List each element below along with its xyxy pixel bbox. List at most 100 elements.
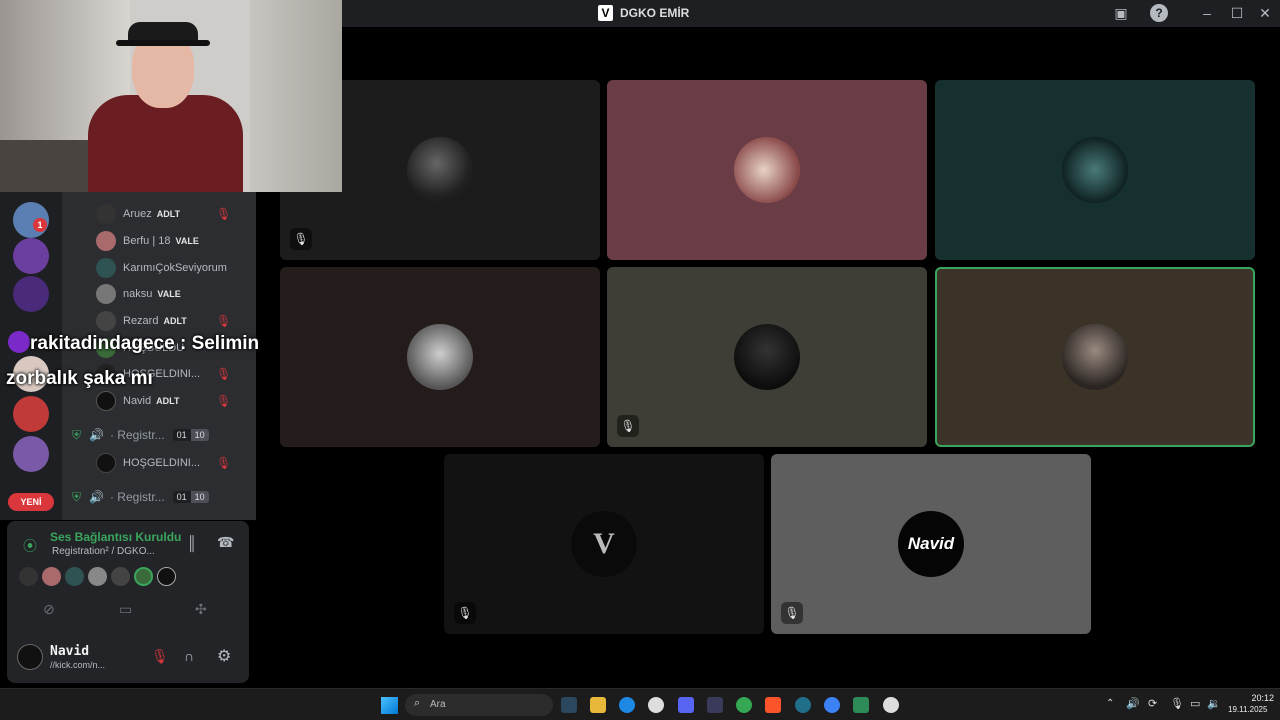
chat-separator: : — [174, 333, 192, 354]
brave-icon[interactable] — [765, 697, 781, 713]
chatgpt-icon[interactable] — [648, 697, 664, 713]
close-button[interactable]: ✕ — [1256, 4, 1274, 22]
server-icon[interactable] — [13, 238, 49, 274]
app-icon[interactable] — [707, 697, 723, 713]
app-logo-icon: V — [598, 5, 613, 21]
server-icon[interactable] — [13, 396, 49, 432]
sync-icon[interactable]: ⟳ — [1148, 697, 1157, 710]
mic-muted-icon: 🎙 — [216, 394, 232, 408]
avatar — [1062, 137, 1128, 203]
discord-icon[interactable] — [678, 697, 694, 713]
mic-muted-icon: 🎙 — [617, 415, 639, 437]
avatar[interactable] — [42, 567, 61, 586]
speaker-icon[interactable]: 🔊 — [1126, 697, 1140, 710]
obs-icon[interactable] — [883, 697, 899, 713]
voice-status[interactable]: Ses Bağlantısı Kuruldu — [50, 530, 181, 544]
video-tile[interactable]: Navid 🎙 — [771, 454, 1091, 634]
video-tile[interactable]: 🎙 — [607, 267, 927, 447]
new-badge[interactable]: YENİ — [8, 493, 54, 511]
app-icon[interactable] — [853, 697, 869, 713]
avatar — [734, 324, 800, 390]
headphones-icon[interactable]: ∩ — [184, 648, 194, 664]
search-box[interactable]: ⌕ Ara — [405, 694, 553, 716]
voice-member[interactable]: HOŞGELDINI... — [96, 452, 200, 474]
video-tile[interactable] — [607, 80, 927, 260]
mic-muted-icon: 🎙 — [454, 602, 476, 624]
chat-badge-icon — [8, 331, 30, 353]
avatar[interactable] — [19, 567, 38, 586]
steam-icon[interactable] — [561, 697, 577, 713]
shield-icon: ⛨ — [72, 489, 82, 504]
video-tile-speaking[interactable] — [935, 267, 1255, 447]
user-count: 01 10 — [172, 429, 209, 441]
avatar — [96, 453, 116, 473]
chevron-up-icon[interactable]: ⌃ — [1106, 698, 1114, 709]
app-icon[interactable] — [795, 697, 811, 713]
custom-status: //kick.com/n... — [50, 660, 106, 670]
inbox-icon[interactable]: ▣ — [1112, 4, 1130, 22]
avatar[interactable] — [111, 567, 130, 586]
webcam-overlay — [0, 0, 342, 192]
username[interactable]: Navid — [50, 644, 89, 659]
server-icon[interactable] — [13, 436, 49, 472]
server-icon[interactable] — [13, 276, 49, 312]
signal-icon: ⦿ — [23, 538, 37, 554]
channel-name: · Registr... — [109, 490, 165, 504]
clock-date[interactable]: 19.11.2025 — [1228, 705, 1267, 714]
avatar[interactable] — [17, 644, 43, 670]
avatar: V — [571, 511, 637, 577]
member-name: HOŞGELDINI... — [123, 457, 201, 469]
avatar[interactable] — [134, 567, 153, 586]
mic-icon[interactable]: 🎙 — [1170, 697, 1184, 710]
member-tag: ADLT — [163, 316, 187, 326]
voice-member[interactable]: Berfu | 18 VALE — [96, 230, 199, 252]
clock-time[interactable]: 20:12 — [1238, 693, 1274, 703]
avatar[interactable] — [157, 567, 176, 586]
voice-channel-name[interactable]: Registration² / DGKO... — [52, 546, 155, 557]
video-tile[interactable]: V 🎙 — [444, 454, 764, 634]
video-tile[interactable] — [935, 80, 1255, 260]
network-icon[interactable]: ▭ — [1190, 697, 1200, 710]
user-count: 01 10 — [172, 491, 209, 503]
member-name: naksu — [123, 288, 153, 300]
avatar — [96, 258, 116, 278]
video-tile[interactable] — [280, 267, 600, 447]
voice-member[interactable]: Aruez ADLT — [96, 203, 180, 225]
chrome-icon[interactable] — [736, 697, 752, 713]
volume-icon[interactable]: 🔉 — [1207, 697, 1221, 710]
voice-channel[interactable]: ⛨ 🔊 · Registr... 01 10 — [72, 424, 209, 446]
member-name: KarımıÇokSeviyorum — [123, 262, 227, 274]
mic-muted-icon: 🎙 — [216, 207, 232, 221]
mic-muted-icon[interactable]: 🎙 — [151, 648, 169, 665]
chat-overlay: rakitadindagece : Selimin zorbalık şaka … — [6, 326, 306, 396]
avatar — [407, 324, 473, 390]
search-icon: ⌕ — [414, 697, 421, 709]
voice-member[interactable]: naksu VALE — [96, 283, 181, 305]
voice-connection-panel: ⦿ Ses Bağlantısı Kuruldu Registration² /… — [7, 521, 249, 633]
member-tag: ADLT — [156, 209, 181, 219]
mic-muted-icon: 🎙 — [290, 228, 312, 250]
maximize-button[interactable]: ☐ — [1228, 4, 1246, 22]
noise-suppression-icon[interactable]: ║ — [187, 535, 197, 551]
edge-icon[interactable] — [619, 697, 635, 713]
minimize-button[interactable]: – — [1198, 4, 1216, 22]
voice-channel[interactable]: ⛨ 🔊 · Registr... 01 10 — [72, 486, 209, 508]
avatar — [407, 137, 473, 203]
avatar[interactable] — [65, 567, 84, 586]
gear-icon[interactable]: ⚙ — [217, 646, 231, 666]
edge-dev-icon[interactable] — [824, 697, 840, 713]
camera-off-icon[interactable]: ⊘ — [43, 601, 55, 618]
voice-member[interactable]: KarımıÇokSeviyorum — [96, 257, 227, 279]
speaker-icon: 🔊 — [89, 428, 104, 442]
avatar[interactable] — [88, 567, 107, 586]
voice-member-avatars — [19, 567, 176, 586]
speaker-icon: 🔊 — [89, 490, 104, 504]
chat-username: rakitadindagece — [30, 333, 175, 354]
disconnect-icon[interactable]: ☎ — [217, 534, 234, 551]
help-icon[interactable]: ? — [1150, 4, 1168, 22]
screen-share-icon[interactable]: ▭ — [119, 601, 132, 618]
member-tag: VALE — [157, 289, 181, 299]
folder-icon[interactable] — [590, 697, 606, 713]
windows-start-icon[interactable] — [381, 697, 398, 714]
activities-icon[interactable]: ✣ — [195, 601, 207, 618]
